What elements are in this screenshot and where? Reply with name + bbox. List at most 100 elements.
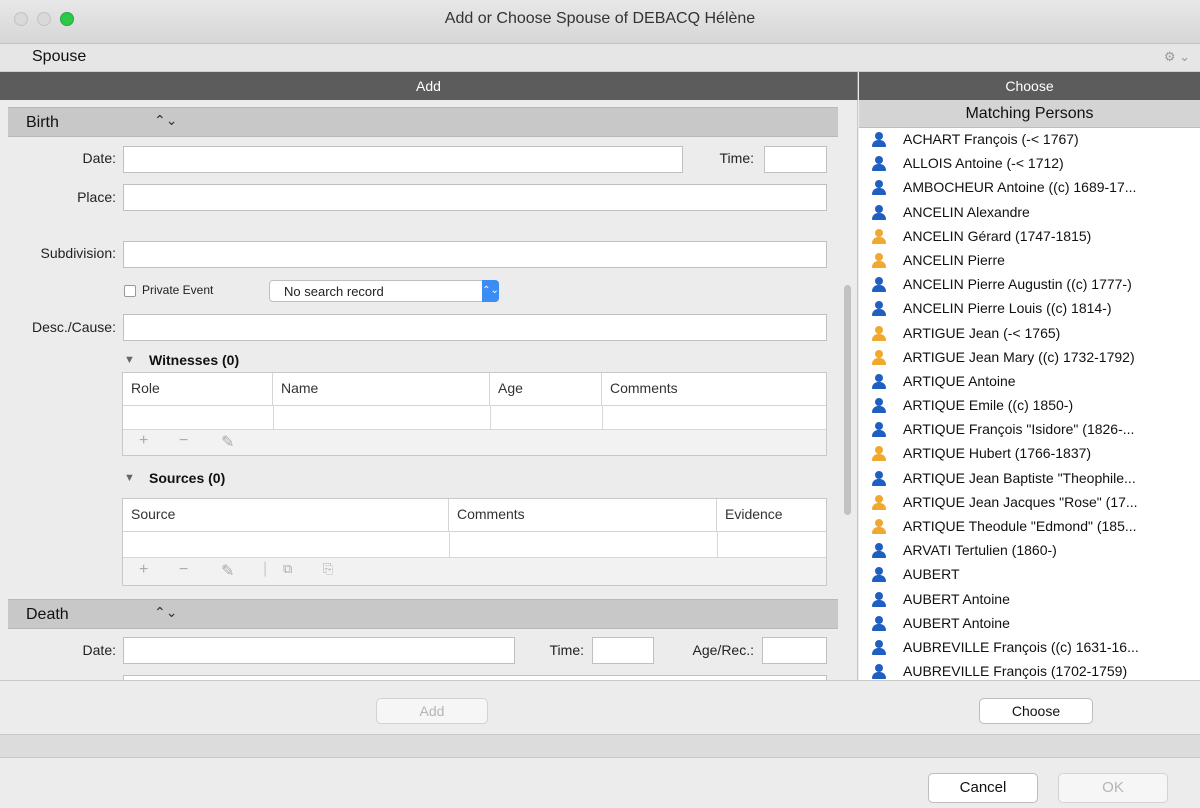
title-bar: Add or Choose Spouse of DEBACQ Hélène	[0, 0, 1200, 44]
list-item[interactable]: ARVATI Tertulien (1860-)	[859, 539, 1200, 563]
list-item[interactable]: ARTIQUE Jean Jacques "Rose" (17...	[859, 491, 1200, 515]
window-title: Add or Choose Spouse of DEBACQ Hélène	[444, 10, 756, 27]
gear-icon[interactable]: ⚙ ⌄	[1164, 49, 1190, 65]
remove-source-icon[interactable]: −	[179, 561, 188, 579]
female-person-icon	[871, 228, 887, 245]
witnesses-table: Role Name Age Comments + − ✎	[122, 372, 827, 456]
male-person-icon	[871, 639, 887, 656]
divider: |	[263, 560, 268, 577]
list-item[interactable]: ARTIQUE Hubert (1766-1837)	[859, 442, 1200, 466]
remove-witness-icon[interactable]: −	[179, 432, 188, 450]
list-item[interactable]: ANCELIN Pierre Louis ((c) 1814-)	[859, 297, 1200, 321]
person-name: ALLOIS Antoine (-< 1712)	[903, 155, 1064, 172]
witnesses-col-role[interactable]: Role	[123, 373, 273, 405]
male-person-icon	[871, 543, 887, 559]
list-item[interactable]: AUBERT Antoine	[859, 612, 1200, 636]
search-record-select[interactable]: No search record ⌃⌄	[269, 280, 499, 302]
divider	[490, 405, 491, 429]
matching-persons-list: ACHART François (-< 1767) ALLOIS Antoine …	[859, 128, 1200, 680]
death-section-header[interactable]: Death ⌃⌄	[8, 599, 838, 629]
person-name: ARTIQUE Theodule "Edmond" (185...	[903, 518, 1137, 534]
sources-col-source[interactable]: Source	[123, 499, 449, 531]
male-person-icon	[871, 180, 887, 196]
add-source-icon[interactable]: +	[139, 561, 148, 579]
list-item[interactable]: AUBREVILLE François (1702-1759)	[859, 660, 1200, 680]
person-name: ARVATI Tertulien (1860-)	[903, 542, 1057, 559]
person-name: ANCELIN Alexandre	[903, 203, 1030, 220]
sources-col-evidence[interactable]: Evidence	[717, 499, 826, 531]
witnesses-disclosure-icon[interactable]: ▼	[124, 354, 135, 366]
divider	[449, 531, 450, 557]
divider	[123, 531, 826, 532]
divider	[273, 405, 274, 429]
section-stepper-icon[interactable]: ⌃⌄	[154, 604, 177, 621]
divider	[0, 734, 1200, 758]
search-record-value: No search record	[284, 284, 384, 299]
list-item[interactable]: ARTIGUE Jean (-< 1765)	[859, 322, 1200, 346]
death-date-input[interactable]	[123, 637, 515, 664]
male-person-icon	[871, 373, 887, 390]
witnesses-title: Witnesses (0)	[149, 352, 240, 368]
private-event-checkbox[interactable]	[124, 285, 136, 297]
person-name: ANCELIN Gérard (1747-1815)	[903, 227, 1092, 244]
edit-source-icon[interactable]: ✎	[221, 561, 234, 581]
birth-subdivision-input[interactable]	[123, 241, 827, 268]
list-item[interactable]: AUBERT Antoine	[859, 588, 1200, 612]
death-time-input[interactable]	[592, 637, 654, 664]
section-stepper-icon[interactable]: ⌃⌄	[154, 112, 177, 129]
add-button[interactable]: Add	[376, 698, 488, 724]
list-item[interactable]: ANCELIN Alexandre	[859, 201, 1200, 225]
divider	[717, 531, 718, 557]
paste-icon[interactable]: ⎘	[323, 561, 333, 577]
choose-button[interactable]: Choose	[979, 698, 1093, 724]
list-item[interactable]: ANCELIN Pierre Augustin ((c) 1777-)	[859, 273, 1200, 297]
witnesses-col-age[interactable]: Age	[490, 373, 602, 405]
birth-section-header[interactable]: Birth ⌃⌄	[8, 107, 838, 137]
sources-toolbar: + − ✎ | ⧉ ⎘	[123, 557, 826, 585]
list-item[interactable]: ANCELIN Pierre	[859, 249, 1200, 273]
add-pane-scrollbar[interactable]	[844, 285, 851, 515]
person-name: AMBOCHEUR Antoine ((c) 1689-17...	[903, 179, 1137, 196]
add-header: Add	[0, 72, 858, 100]
list-item[interactable]: ARTIQUE François "Isidore" (1826-...	[859, 418, 1200, 442]
list-item[interactable]: ALLOIS Antoine (-< 1712)	[859, 152, 1200, 176]
list-item[interactable]: AUBERT	[859, 563, 1200, 587]
list-item[interactable]: ACHART François (-< 1767)	[859, 128, 1200, 152]
birth-date-input[interactable]	[123, 146, 683, 173]
list-item[interactable]: AMBOCHEUR Antoine ((c) 1689-17...	[859, 176, 1200, 200]
copy-icon[interactable]: ⧉	[283, 561, 292, 577]
list-item[interactable]: ARTIGUE Jean Mary ((c) 1732-1792)	[859, 346, 1200, 370]
person-name: ARTIQUE Jean Baptiste "Theophile...	[903, 469, 1136, 486]
edit-witness-icon[interactable]: ✎	[221, 432, 234, 452]
list-item[interactable]: ARTIQUE Theodule "Edmond" (185...	[859, 515, 1200, 539]
birth-desc-label: Desc./Cause:	[31, 319, 116, 335]
sources-table: Source Comments Evidence + − ✎ | ⧉ ⎘	[122, 498, 827, 586]
person-name: AUBERT	[903, 566, 960, 583]
list-item[interactable]: AUBREVILLE François ((c) 1631-16...	[859, 636, 1200, 660]
witnesses-col-comments[interactable]: Comments	[602, 373, 826, 405]
ok-button[interactable]: OK	[1058, 773, 1168, 803]
witnesses-col-name[interactable]: Name	[273, 373, 490, 405]
sources-title: Sources (0)	[149, 470, 226, 486]
sources-disclosure-icon[interactable]: ▼	[124, 472, 135, 484]
male-person-icon	[871, 204, 887, 221]
sources-col-comments[interactable]: Comments	[449, 499, 717, 531]
male-person-icon	[871, 470, 887, 487]
male-person-icon	[871, 422, 887, 438]
list-item[interactable]: ARTIQUE Jean Baptiste "Theophile...	[859, 467, 1200, 491]
person-name: AUBERT Antoine	[903, 590, 1010, 607]
list-item[interactable]: ARTIQUE Antoine	[859, 370, 1200, 394]
female-person-icon	[871, 494, 887, 511]
birth-time-label: Time:	[719, 150, 754, 166]
birth-place-input[interactable]	[123, 184, 827, 211]
cancel-button[interactable]: Cancel	[928, 773, 1038, 803]
list-item[interactable]: ANCELIN Gérard (1747-1815)	[859, 225, 1200, 249]
birth-time-input[interactable]	[764, 146, 827, 173]
list-item[interactable]: ARTIQUE Emile ((c) 1850-)	[859, 394, 1200, 418]
spouse-bar: Spouse ⚙ ⌄	[0, 44, 1200, 72]
birth-desc-input[interactable]	[123, 314, 827, 341]
death-age-input[interactable]	[762, 637, 827, 664]
male-person-icon	[871, 615, 887, 632]
add-witness-icon[interactable]: +	[139, 432, 148, 450]
person-name: ARTIQUE Hubert (1766-1837)	[903, 445, 1092, 462]
